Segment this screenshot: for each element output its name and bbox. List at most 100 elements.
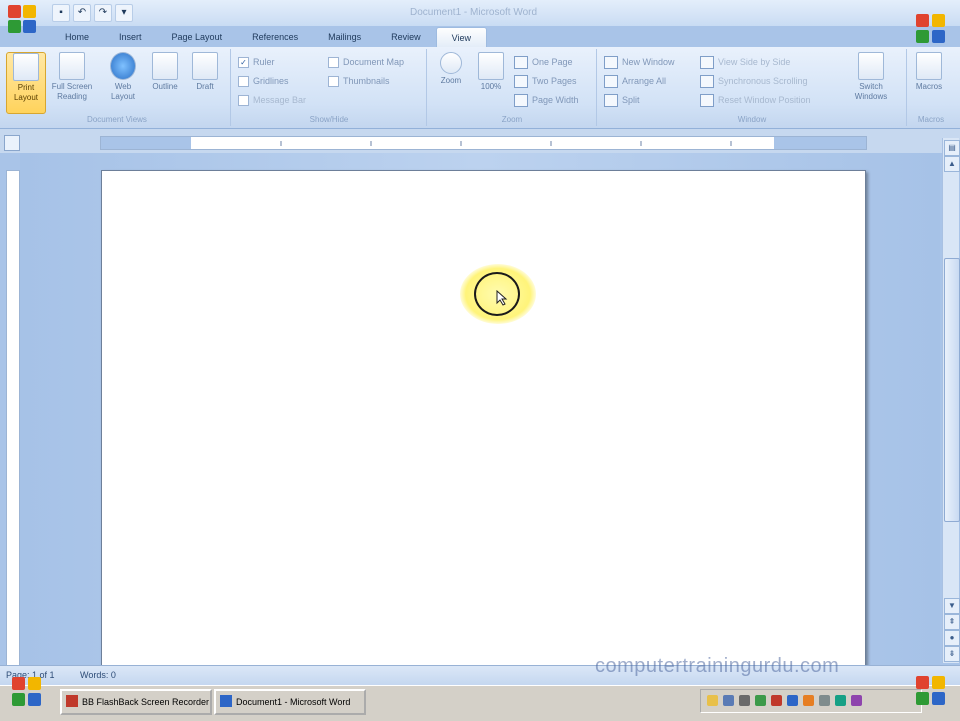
tray-icon[interactable] (723, 695, 734, 706)
document-page[interactable] (101, 170, 866, 672)
logo-tile-blue (28, 693, 41, 706)
tab-page-layout[interactable]: Page Layout (157, 27, 238, 47)
taskbar: BB FlashBack Screen Recorder Document1 -… (0, 676, 960, 721)
previous-page-icon[interactable]: ⇞ (944, 614, 960, 630)
outline-button[interactable]: Outline (146, 52, 184, 112)
customize-qat-icon[interactable]: ▾ (115, 4, 133, 22)
system-tray (700, 689, 922, 713)
logo-tile-red (916, 14, 929, 27)
group-document-views: Print Layout Full Screen Reading Web Lay… (4, 49, 231, 126)
one-page-button[interactable]: One Page (514, 54, 573, 70)
logo-tile-green (916, 692, 929, 705)
group-label-document-views: Document Views (87, 115, 147, 124)
group-show-hide: ✓ Ruler Gridlines Message Bar Document M… (232, 49, 427, 126)
word-icon (220, 695, 232, 707)
scroll-down-icon[interactable]: ▼ (944, 598, 960, 614)
taskbar-button-recorder[interactable]: BB FlashBack Screen Recorder (60, 689, 212, 715)
gridlines-checkbox[interactable]: Gridlines (238, 73, 289, 89)
tab-selector-icon[interactable] (4, 135, 20, 151)
ruler-left-margin (101, 137, 191, 149)
ribbon-tabs: Home Insert Page Layout References Maili… (50, 27, 487, 48)
redo-icon[interactable]: ↷ (94, 4, 112, 22)
tab-home[interactable]: Home (50, 27, 104, 47)
two-pages-button[interactable]: Two Pages (514, 73, 577, 89)
tray-icon[interactable] (771, 695, 782, 706)
thumbnails-checkbox[interactable]: Thumbnails (328, 73, 390, 89)
save-icon[interactable]: ▪ (52, 4, 70, 22)
sync-scroll-icon (700, 74, 714, 88)
web-layout-icon (110, 52, 136, 80)
message-bar-checkbox[interactable]: Message Bar (238, 92, 306, 108)
window-controls-logo (914, 8, 954, 48)
logo-tile-blue (932, 692, 945, 705)
next-page-icon[interactable]: ⇟ (944, 646, 960, 662)
magnifier-icon (440, 52, 462, 74)
print-layout-button[interactable]: Print Layout (6, 52, 46, 114)
draft-button[interactable]: Draft (186, 52, 224, 112)
tray-icon[interactable] (851, 695, 862, 706)
ruler-toggle-icon[interactable]: ▤ (944, 140, 960, 156)
logo-tile-yellow (28, 677, 41, 690)
scroll-up-icon[interactable]: ▲ (944, 156, 960, 172)
select-browse-object-icon[interactable]: ● (944, 630, 960, 646)
page-width-button[interactable]: Page Width (514, 92, 579, 108)
taskbar-button-word[interactable]: Document1 - Microsoft Word (214, 689, 366, 715)
view-side-by-side-button[interactable]: View Side by Side (700, 54, 790, 70)
tray-icon[interactable] (707, 695, 718, 706)
logo-tile-blue (932, 30, 945, 43)
vertical-scrollbar[interactable]: ▤ ▲ ▼ ⇞ ● ⇟ (942, 138, 960, 663)
switch-windows-button[interactable]: Switch Windows (846, 52, 896, 112)
tab-insert[interactable]: Insert (104, 27, 157, 47)
tray-icon[interactable] (835, 695, 846, 706)
hundred-percent-button[interactable]: 100% (472, 52, 510, 112)
one-page-icon (514, 55, 528, 69)
undo-icon[interactable]: ↶ (73, 4, 91, 22)
zoom-button[interactable]: Zoom (432, 52, 470, 112)
tray-icon[interactable] (739, 695, 750, 706)
logo-tile-green (8, 20, 21, 33)
tab-review[interactable]: Review (376, 27, 436, 47)
document-map-checkbox[interactable]: Document Map (328, 54, 404, 70)
group-macros: Macros Macros (908, 49, 954, 126)
watermark: computertrainingurdu.com (595, 655, 840, 677)
web-layout-button[interactable]: Web Layout (104, 52, 142, 112)
new-window-icon (604, 55, 618, 69)
ruler-checkbox[interactable]: ✓ Ruler (238, 54, 275, 70)
split-button[interactable]: Split (604, 92, 640, 108)
synchronous-scrolling-button[interactable]: Synchronous Scrolling (700, 73, 808, 89)
reset-window-position-button[interactable]: Reset Window Position (700, 92, 811, 108)
logo-tile-blue (23, 20, 36, 33)
arrange-all-button[interactable]: Arrange All (604, 73, 666, 89)
logo-tile-red (916, 676, 929, 689)
checkbox-icon (328, 56, 339, 68)
logo-tile-green (916, 30, 929, 43)
checkbox-icon (238, 94, 249, 106)
ruler-row (0, 129, 960, 153)
ribbon: Print Layout Full Screen Reading Web Lay… (0, 47, 960, 129)
checkmark-icon: ✓ (238, 56, 249, 68)
macros-button[interactable]: Macros (910, 52, 948, 112)
logo-tile-red (12, 677, 25, 690)
logo-tile-red (8, 5, 21, 18)
tab-mailings[interactable]: Mailings (313, 27, 376, 47)
scroll-thumb[interactable] (944, 258, 960, 522)
tray-icon[interactable] (819, 695, 830, 706)
horizontal-ruler[interactable] (100, 136, 867, 150)
office-button[interactable] (6, 3, 50, 47)
print-layout-icon (13, 53, 39, 81)
word-count[interactable]: Words: 0 (80, 670, 116, 680)
tab-references[interactable]: References (237, 27, 313, 47)
tray-icon[interactable] (803, 695, 814, 706)
full-screen-reading-button[interactable]: Full Screen Reading (50, 52, 94, 112)
page-100-icon (478, 52, 504, 80)
logo-tile-yellow (23, 5, 36, 18)
vertical-ruler[interactable] (6, 170, 20, 667)
tray-icon[interactable] (787, 695, 798, 706)
arrange-all-icon (604, 74, 618, 88)
checkbox-icon (328, 75, 339, 87)
tray-icon[interactable] (755, 695, 766, 706)
tab-view[interactable]: View (435, 27, 487, 48)
start-logo[interactable] (6, 673, 50, 717)
ruler-ticks (280, 141, 732, 146)
new-window-button[interactable]: New Window (604, 54, 675, 70)
